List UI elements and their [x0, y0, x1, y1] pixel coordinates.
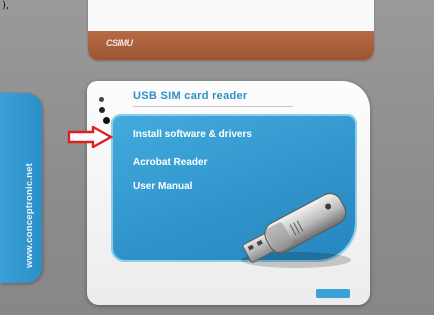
top-caption: ),	[2, 0, 10, 11]
usb-stick-icon	[241, 192, 351, 268]
menu-item-user-manual[interactable]: User Manual	[133, 181, 192, 192]
csimu-label: CSIMU	[106, 38, 133, 48]
panel-dot	[99, 107, 105, 113]
panel-dot	[99, 97, 104, 102]
panel-title: USB SIM card reader	[133, 90, 248, 102]
red-arrow-icon	[67, 126, 113, 148]
top-card-white	[88, 0, 374, 31]
menu-item-acrobat-reader[interactable]: Acrobat Reader	[133, 157, 207, 168]
small-badge	[316, 289, 350, 298]
website-url[interactable]: www.conceptronic.net	[24, 163, 35, 268]
panel-dot	[103, 117, 110, 124]
side-tab	[0, 93, 42, 283]
title-divider	[133, 106, 293, 107]
autorun-screen: ), CSIMU www.conceptronic.net USB SIM ca…	[0, 0, 434, 315]
menu-item-install-drivers[interactable]: Install software & drivers	[133, 129, 252, 140]
top-card: CSIMU	[88, 0, 374, 60]
